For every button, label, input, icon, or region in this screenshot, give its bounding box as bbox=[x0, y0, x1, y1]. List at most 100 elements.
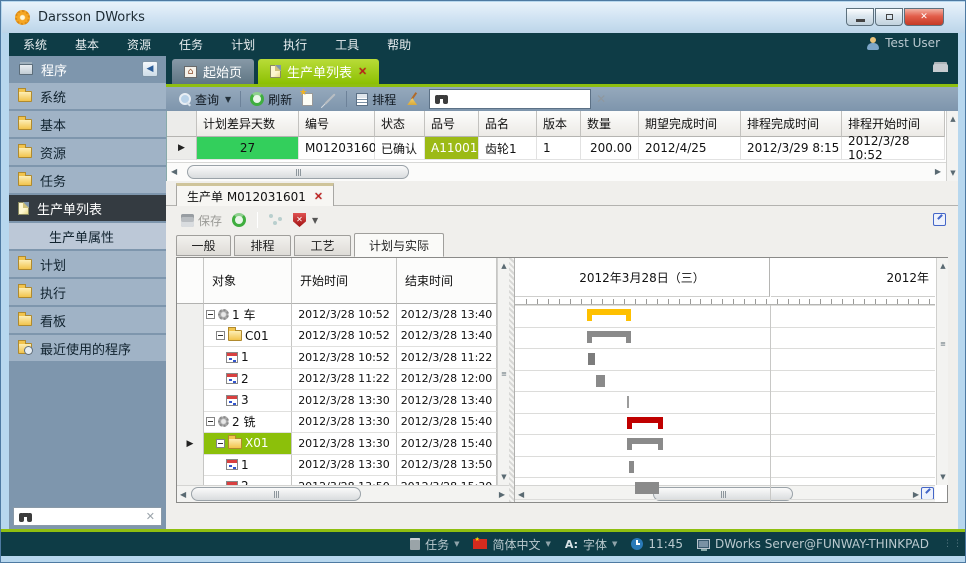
clean-button[interactable] bbox=[401, 90, 425, 108]
grid-data-row[interactable]: ▶27M012031601已确认A11001齿轮11200.002012/4/2… bbox=[167, 137, 945, 160]
tree-row-7[interactable]: ▶X012012/3/28 13:302012/3/28 15:40 bbox=[177, 433, 497, 455]
new-button[interactable] bbox=[297, 91, 318, 108]
status-item-2[interactable]: 简体中文▼ bbox=[473, 536, 550, 553]
edit-button[interactable] bbox=[318, 96, 342, 102]
tab-production-order-document[interactable]: 生产单 M012031601 ✕ bbox=[176, 183, 334, 206]
resize-grip-icon[interactable]: ⋮⋮ bbox=[943, 539, 963, 549]
sidebar-item-10[interactable]: 最近使用的程序 bbox=[9, 335, 166, 361]
tree-hscroll-thumb[interactable] bbox=[191, 487, 361, 501]
tab-start-page[interactable]: ⌂ 起始页 bbox=[172, 59, 254, 84]
menu-item-3[interactable]: 资源 bbox=[113, 33, 165, 56]
gantt-bar-2[interactable] bbox=[587, 331, 631, 337]
subtab-2[interactable]: 排程 bbox=[234, 235, 291, 256]
tree-row-4[interactable]: 22012/3/28 11:222012/3/28 12:00 bbox=[177, 369, 497, 391]
gantt-bar-8[interactable] bbox=[629, 461, 634, 473]
gantt-bar-9[interactable] bbox=[635, 482, 659, 494]
tree-row-6[interactable]: 2 铣2012/3/28 13:302012/3/28 15:40 bbox=[177, 412, 497, 434]
subtab-4[interactable]: 计划与实际 bbox=[354, 233, 444, 257]
gantt-bar-3[interactable] bbox=[588, 353, 595, 365]
menu-item-8[interactable]: 帮助 bbox=[373, 33, 425, 56]
tree-cell-object[interactable]: 1 bbox=[204, 347, 292, 369]
grid-col-header-5[interactable]: 品名 bbox=[479, 111, 537, 137]
gantt-bar-5[interactable] bbox=[627, 396, 629, 408]
user-box[interactable]: Test User bbox=[867, 36, 940, 50]
save-button[interactable]: 保存 bbox=[176, 210, 227, 231]
scroll-right-icon[interactable]: ▶ bbox=[935, 167, 941, 176]
tree-row-8[interactable]: 12012/3/28 13:302012/3/28 13:50 bbox=[177, 455, 497, 477]
gantt-bar-4[interactable] bbox=[596, 375, 605, 387]
tree-row-5[interactable]: 32012/3/28 13:302012/3/28 13:40 bbox=[177, 390, 497, 412]
tree-col-header-3[interactable]: 结束时间 bbox=[397, 258, 497, 304]
tree-cell-object[interactable]: X01 bbox=[204, 433, 292, 455]
sidebar-search-input[interactable] bbox=[33, 509, 146, 524]
scroll-right-icon[interactable]: ▶ bbox=[499, 490, 505, 499]
collapse-icon[interactable] bbox=[206, 310, 215, 319]
grid-col-header-7[interactable]: 数量 bbox=[581, 111, 639, 137]
workflow-button[interactable] bbox=[264, 212, 288, 228]
tab-production-order-list[interactable]: 生产单列表 ✕ bbox=[258, 59, 379, 84]
status-item-3[interactable]: A:字体▼ bbox=[565, 536, 618, 553]
grid-col-header-3[interactable]: 状态 bbox=[375, 111, 425, 137]
gantt-vscrollbar[interactable]: ▲ ≡ ▼ bbox=[936, 258, 948, 485]
grid-col-header-8[interactable]: 期望完成时间 bbox=[639, 111, 741, 137]
tree-col-header-2[interactable]: 开始时间 bbox=[292, 258, 397, 304]
dropdown-caret-icon[interactable]: ▼ bbox=[546, 540, 551, 548]
sidebar-search-clear-icon[interactable]: ✕ bbox=[146, 510, 155, 523]
sidebar-item-7[interactable]: 计划 bbox=[9, 251, 166, 277]
tree-row-1[interactable]: 1 车2012/3/28 10:522012/3/28 13:40 bbox=[177, 304, 497, 326]
maximize-button[interactable] bbox=[875, 8, 903, 26]
detail-refresh-button[interactable] bbox=[227, 211, 251, 229]
tree-vscrollbar[interactable]: ▲ ≡ ▼ bbox=[497, 258, 509, 485]
sidebar-item-9[interactable]: 看板 bbox=[9, 307, 166, 333]
gantt-bar-7[interactable] bbox=[627, 438, 663, 444]
grid-col-header-6[interactable]: 版本 bbox=[537, 111, 581, 137]
grid-vscrollbar[interactable]: ▲ ▼ bbox=[946, 111, 958, 181]
grid-col-header-9[interactable]: 排程完成时间 bbox=[741, 111, 842, 137]
sidebar-item-4[interactable]: 任务 bbox=[9, 167, 166, 193]
tree-cell-object[interactable]: 1 bbox=[204, 455, 292, 477]
scroll-left-icon[interactable]: ◀ bbox=[171, 167, 177, 176]
menu-item-4[interactable]: 任务 bbox=[165, 33, 217, 56]
refresh-button[interactable]: 刷新 bbox=[245, 89, 297, 110]
grid-hscrollbar[interactable]: ◀ ▶ bbox=[167, 162, 946, 181]
sidebar-item-6[interactable]: 生产单属性 bbox=[9, 223, 166, 249]
grid-col-header-2[interactable]: 编号 bbox=[299, 111, 375, 137]
sidebar-item-5[interactable]: 生产单列表 bbox=[9, 195, 166, 221]
tree-row-3[interactable]: 12012/3/28 10:522012/3/28 11:22 bbox=[177, 347, 497, 369]
menu-item-6[interactable]: 执行 bbox=[269, 33, 321, 56]
close-button[interactable]: ✕ bbox=[904, 8, 944, 26]
grid-hscroll-thumb[interactable] bbox=[187, 165, 409, 179]
scroll-left-icon[interactable]: ◀ bbox=[180, 490, 186, 499]
tree-cell-object[interactable]: 2 bbox=[204, 369, 292, 391]
query-button[interactable]: 查询 ▼ bbox=[174, 89, 236, 110]
collapse-icon[interactable] bbox=[206, 417, 215, 426]
sidebar-item-3[interactable]: 资源 bbox=[9, 139, 166, 165]
sidebar-item-1[interactable]: 系统 bbox=[9, 83, 166, 109]
status-item-1[interactable]: 任务▼ bbox=[410, 536, 459, 553]
tree-hscrollbar[interactable]: ◀ ▶ bbox=[177, 485, 509, 502]
menu-item-1[interactable]: 系统 bbox=[9, 33, 61, 56]
menu-item-7[interactable]: 工具 bbox=[321, 33, 373, 56]
menu-item-5[interactable]: 计划 bbox=[217, 33, 269, 56]
toolbar-search-input[interactable] bbox=[449, 92, 590, 107]
minimize-button[interactable] bbox=[846, 8, 874, 26]
schedule-button[interactable]: 排程 bbox=[351, 89, 401, 110]
tree-cell-object[interactable]: 1 车 bbox=[204, 304, 292, 326]
document-tab-close-icon[interactable]: ✕ bbox=[314, 190, 323, 203]
toolbar-search-clear-icon[interactable]: ✕ bbox=[591, 92, 611, 106]
gantt-bar-6[interactable] bbox=[627, 417, 663, 423]
sidebar-item-2[interactable]: 基本 bbox=[9, 111, 166, 137]
tree-row-2[interactable]: C012012/3/28 10:522012/3/28 13:40 bbox=[177, 326, 497, 348]
sidebar-collapse-button[interactable]: ◀ bbox=[142, 61, 158, 77]
tree-cell-object[interactable]: C01 bbox=[204, 326, 292, 348]
sidebar-item-8[interactable]: 执行 bbox=[9, 279, 166, 305]
collapse-icon[interactable] bbox=[216, 439, 225, 448]
tree-cell-object[interactable]: 3 bbox=[204, 390, 292, 412]
grid-col-header-4[interactable]: 品号 bbox=[425, 111, 479, 137]
subtab-1[interactable]: 一般 bbox=[176, 235, 231, 256]
tab-close-icon[interactable]: ✕ bbox=[358, 65, 367, 78]
tree-cell-object[interactable]: 2 铣 bbox=[204, 412, 292, 434]
query-dropdown-icon[interactable]: ▼ bbox=[225, 95, 231, 104]
dropdown-caret-icon[interactable]: ▼ bbox=[612, 540, 617, 548]
collapse-icon[interactable] bbox=[216, 331, 225, 340]
